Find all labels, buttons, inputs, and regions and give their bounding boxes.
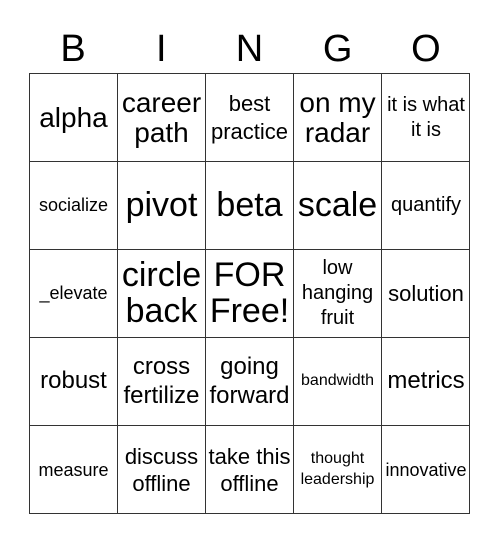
bingo-cell[interactable]: beta [206, 162, 294, 250]
bingo-cell-text: _elevate [39, 283, 108, 304]
bingo-cell[interactable]: socialize [30, 162, 118, 250]
bingo-cell-text: FOR Free! [209, 255, 290, 330]
header-letter-n: N [235, 28, 264, 70]
bingo-cell-text: low hanging fruit [301, 257, 374, 329]
bingo-cell[interactable]: FOR Free! [206, 250, 294, 338]
bingo-cell[interactable]: on my radar [294, 74, 382, 162]
bingo-cell-text: measure [38, 459, 109, 480]
bingo-cell-text: scale [297, 185, 378, 224]
bingo-cell-text: thought leadership [300, 450, 375, 488]
bingo-cell[interactable]: bandwidth [294, 338, 382, 426]
bingo-cell[interactable]: alpha [30, 74, 118, 162]
header-letter-g: G [322, 28, 353, 70]
bingo-cell-text: beta [216, 185, 283, 224]
bingo-cell-text: socialize [38, 195, 109, 216]
bingo-cell-text: discuss offline [124, 443, 199, 497]
bingo-cell-text: cross fertilize [123, 352, 200, 409]
bingo-cell[interactable]: best practice [206, 74, 294, 162]
header-letter-o: O [411, 28, 441, 70]
bingo-cell-text: take this offline [208, 443, 291, 497]
bingo-cell[interactable]: cross fertilize [118, 338, 206, 426]
bingo-header: B I N G O [29, 26, 470, 72]
bingo-cell-text: it is what it is [387, 93, 465, 141]
bingo-cell[interactable]: discuss offline [118, 426, 206, 514]
bingo-cell[interactable]: thought leadership [294, 426, 382, 514]
bingo-cell-text: circle back [121, 255, 202, 330]
bingo-cell-text: robust [40, 367, 107, 395]
header-letter-i: I [156, 28, 167, 70]
bingo-cell[interactable]: measure [30, 426, 118, 514]
bingo-cell-text: bandwidth [301, 372, 374, 390]
bingo-cell[interactable]: scale [294, 162, 382, 250]
bingo-cell-text: solution [388, 280, 464, 306]
header-letter-b: B [60, 28, 86, 70]
bingo-cell[interactable]: quantify [382, 162, 470, 250]
bingo-cell[interactable]: metrics [382, 338, 470, 426]
bingo-cell[interactable]: it is what it is [382, 74, 470, 162]
bingo-cell[interactable]: robust [30, 338, 118, 426]
bingo-cell-text: quantify [390, 194, 462, 216]
bingo-cell-text: on my radar [299, 87, 376, 148]
bingo-cell[interactable]: solution [382, 250, 470, 338]
bingo-cell[interactable]: circle back [118, 250, 206, 338]
bingo-cell[interactable]: career path [118, 74, 206, 162]
bingo-cell[interactable]: _elevate [30, 250, 118, 338]
bingo-cell[interactable]: going forward [206, 338, 294, 426]
bingo-cell-text: pivot [125, 185, 198, 224]
bingo-cell-text: going forward [209, 352, 290, 409]
bingo-cell-text: innovative [385, 459, 467, 480]
bingo-cell[interactable]: low hanging fruit [294, 250, 382, 338]
bingo-cell[interactable]: innovative [382, 426, 470, 514]
bingo-cell[interactable]: take this offline [206, 426, 294, 514]
bingo-grid: alpha career path best practice on my radar… [29, 73, 470, 514]
bingo-cell-text: metrics [387, 367, 465, 395]
bingo-cell-text: career path [121, 87, 202, 148]
bingo-cell[interactable]: pivot [118, 162, 206, 250]
bingo-cell-text: best practice [210, 91, 289, 144]
bingo-cell-text: alpha [39, 101, 108, 133]
